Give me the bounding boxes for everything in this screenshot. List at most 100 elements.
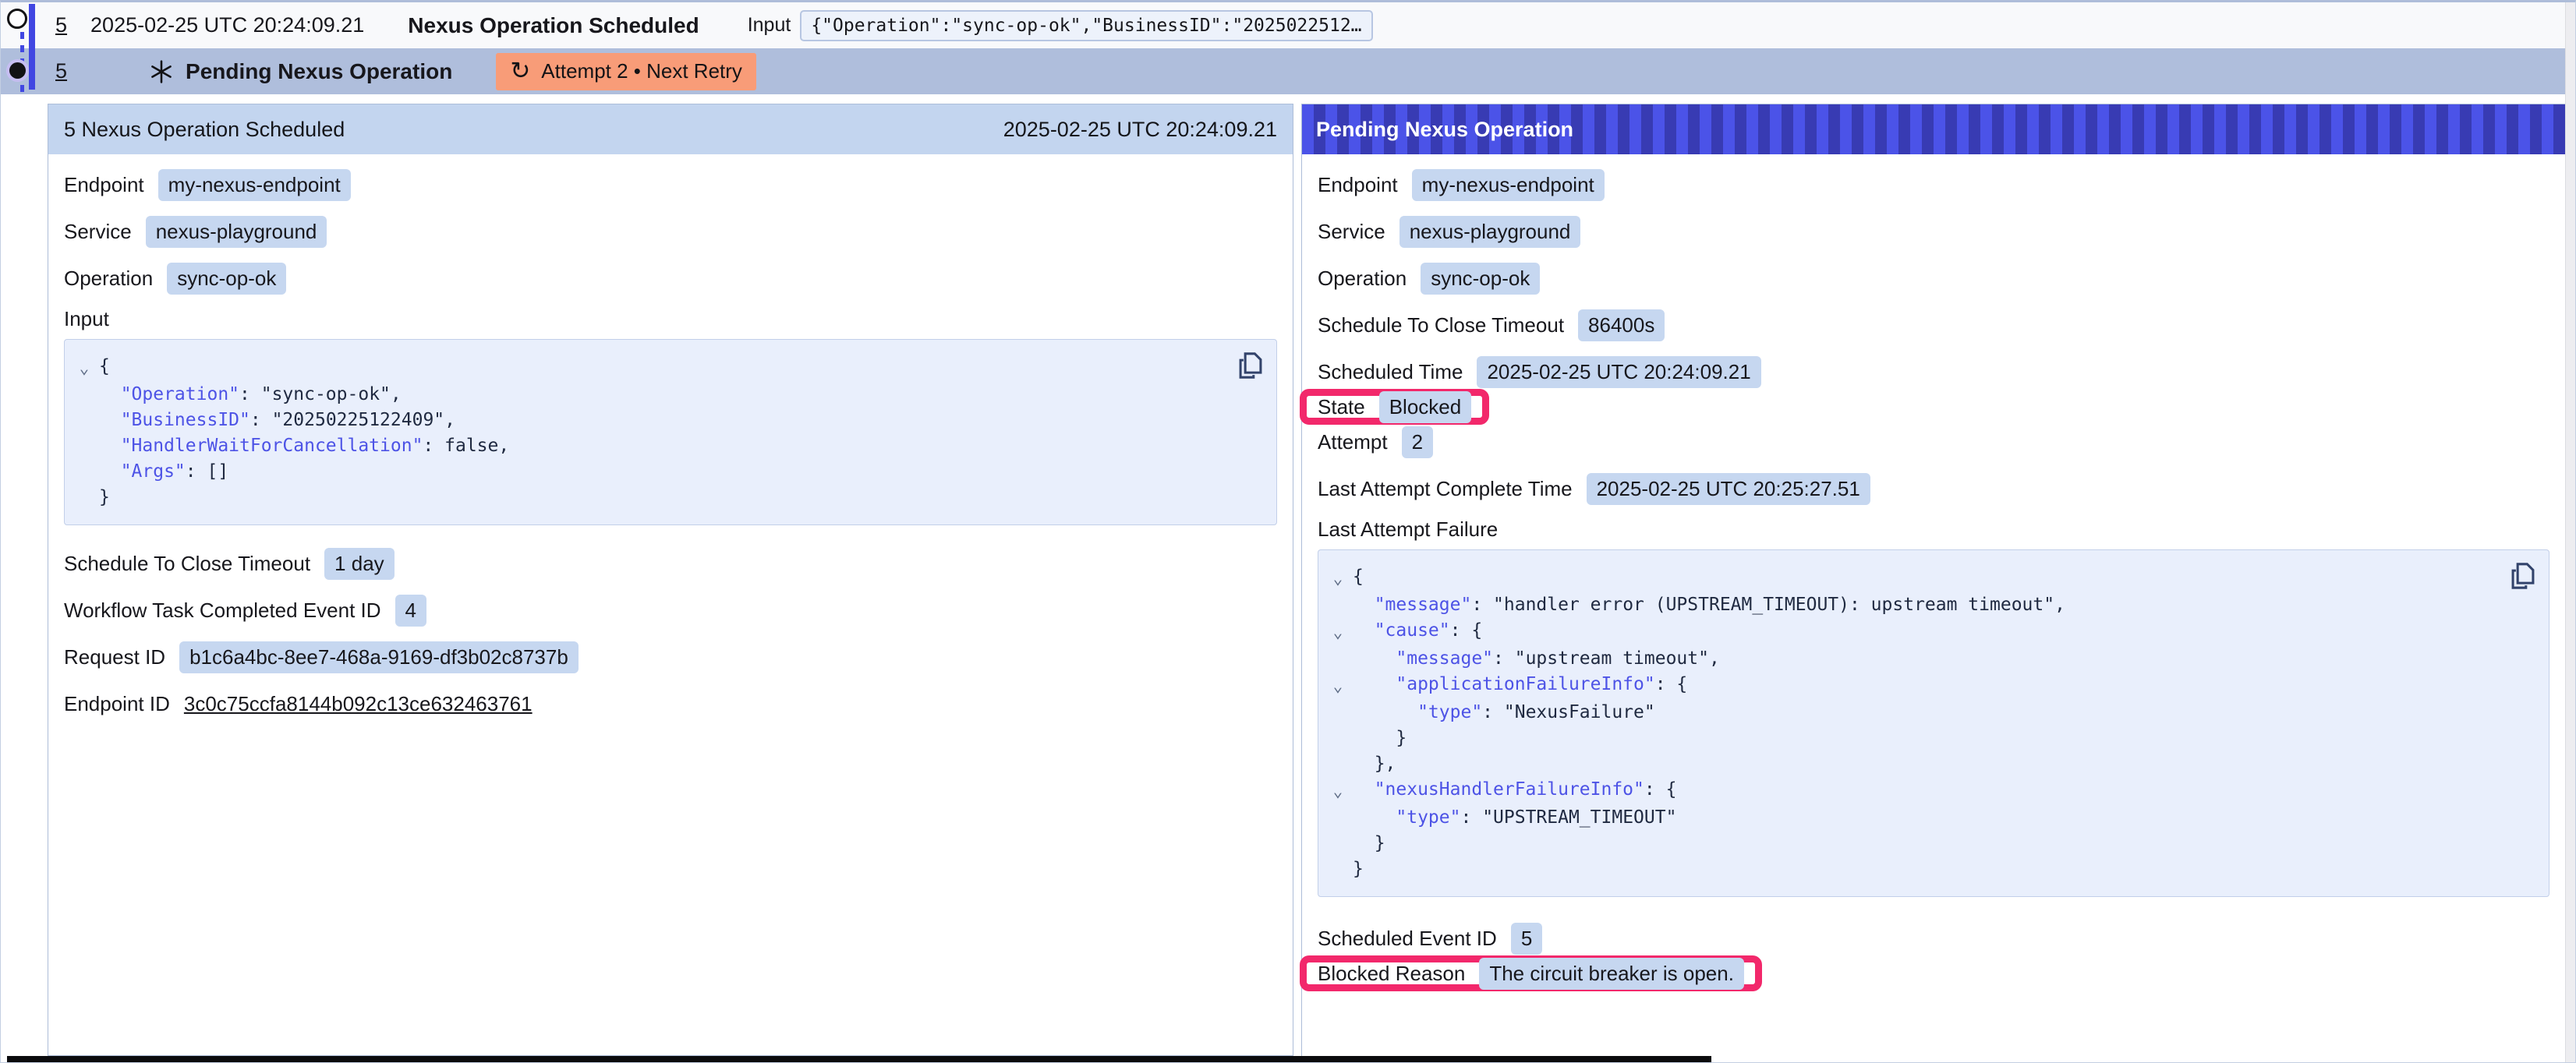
event-detail-fields-top: Endpoint my-nexus-endpoint Service nexus-pl… [64, 167, 1277, 296]
field-value-chip: my-nexus-endpoint [158, 169, 351, 201]
pending-operation-header: Pending Nexus Operation [1302, 104, 2565, 154]
field-row-endpoint-id: Endpoint ID 3c0c75ccfa8144b092c13ce632463… [64, 686, 533, 722]
json-line: } [1323, 856, 2502, 882]
field-label: Endpoint [64, 173, 144, 197]
failure-json-viewer: ⌄{ "message": "handler error (UPSTREAM_T… [1318, 549, 2549, 897]
json-code: { [1353, 564, 1364, 592]
collapse-caret-icon[interactable]: ⌄ [69, 354, 99, 382]
field-label: Schedule To Close Timeout [1318, 313, 1564, 337]
event-title: Pending Nexus Operation [186, 59, 452, 84]
field-label: Request ID [64, 645, 165, 669]
field-row-endpoint: Endpoint my-nexus-endpoint [64, 167, 351, 203]
json-code: "HandlerWaitForCancellation": false, [99, 433, 509, 459]
field-value-chip: 1 day [324, 548, 395, 580]
field-value-chip: 2025-02-25 UTC 20:24:09.21 [1477, 356, 1760, 388]
collapse-caret-icon[interactable]: ⌄ [1323, 777, 1353, 805]
field-value-chip: 5 [1511, 923, 1542, 955]
input-label: Input [748, 14, 791, 37]
pending-operation-header-title: Pending Nexus Operation [1316, 118, 1573, 142]
history-row-nexus-operation-scheduled[interactable]: 5 2025-02-25 UTC 20:24:09.21 Nexus Opera… [1, 2, 2575, 48]
json-gutter [1323, 700, 1353, 726]
json-code: } [99, 485, 110, 510]
field-value-chip: b1c6a4bc-8ee7-468a-9169-df3b02c8737b [179, 641, 579, 673]
field-value-chip: nexus-playground [146, 216, 327, 248]
field-row-operation: Operation sync-op-ok [1318, 260, 1540, 296]
field-value-chip: 4 [395, 595, 426, 627]
history-row-pending-nexus-operation[interactable]: 5 Pending Nexus Operation ↻ Attempt 2 • … [1, 48, 2575, 94]
json-gutter [69, 408, 99, 433]
field-row-schedule-to-close-timeout: Schedule To Close Timeout 86400s [1318, 307, 1665, 343]
copy-button[interactable] [1237, 351, 1264, 382]
json-code: "message": "handler error (UPSTREAM_TIME… [1353, 592, 2065, 618]
attempt-badge-label: Attempt 2 • Next Retry [541, 59, 742, 83]
json-line: "message": "upstream timeout", [1323, 646, 2502, 672]
json-code: "cause": { [1353, 618, 1482, 646]
field-value-chip: sync-op-ok [167, 263, 286, 295]
timeline-filled-dot-icon [9, 62, 26, 79]
json-code: "type": "UPSTREAM_TIMEOUT" [1353, 805, 1676, 831]
event-detail-header-title: 5 Nexus Operation Scheduled [64, 118, 345, 142]
field-label: Workflow Task Completed Event ID [64, 599, 381, 623]
json-gutter [69, 459, 99, 485]
event-id-link[interactable]: 5 [55, 59, 67, 83]
failure-json-lines: ⌄{ "message": "handler error (UPSTREAM_T… [1323, 564, 2502, 882]
copy-icon-front-page [1245, 354, 1261, 373]
field-label: Last Attempt Complete Time [1318, 477, 1573, 501]
json-code: } [1353, 726, 1407, 751]
failure-section-label: Last Attempt Failure [1318, 517, 2549, 542]
pending-operation-fields-top: Endpointmy-nexus-endpoint Servicenexus-pl… [1318, 167, 2549, 507]
json-code: }, [1353, 751, 1396, 777]
attempt-retry-badge[interactable]: ↻ Attempt 2 • Next Retry [496, 53, 756, 90]
json-line: }, [1323, 751, 2502, 777]
json-line: } [1323, 831, 2502, 856]
json-line: ⌄ "applicationFailureInfo": { [1323, 672, 2502, 700]
field-label: Operation [1318, 267, 1407, 291]
field-row-service: Servicenexus-playground [1318, 214, 1580, 249]
json-gutter [1323, 856, 1353, 882]
field-label: Operation [64, 267, 153, 291]
json-gutter [69, 433, 99, 459]
json-gutter [1323, 646, 1353, 672]
json-code: "BusinessID": "20250225122409", [99, 408, 455, 433]
event-detail-fields-bottom: Schedule To Close Timeout1 dayWorkflow T… [64, 546, 1277, 722]
collapse-caret-icon[interactable]: ⌄ [1323, 618, 1353, 646]
json-gutter [1323, 726, 1353, 751]
field-value-chip: sync-op-ok [1421, 263, 1540, 295]
field-label: Service [64, 220, 132, 244]
field-value-chip: Blocked [1379, 391, 1472, 423]
field-row-request-id: Request ID b1c6a4bc-8ee7-468a-9169-df3b02… [64, 639, 579, 675]
input-preview-chip[interactable]: {"Operation":"sync-op-ok","BusinessID":"… [800, 10, 1372, 41]
field-value-chip: 86400s [1578, 309, 1665, 341]
event-timestamp: 2025-02-25 UTC 20:24:09.21 [90, 13, 364, 37]
copy-button[interactable] [2510, 561, 2536, 592]
field-value-link[interactable]: 3c0c75ccfa8144b092c13ce632463761 [184, 692, 533, 716]
json-line: "BusinessID": "20250225122409", [69, 408, 1230, 433]
json-line: "Args": [] [69, 459, 1230, 485]
field-label: Scheduled Time [1318, 360, 1463, 384]
event-detail-panel: 5 Nexus Operation Scheduled 2025-02-25 U… [48, 104, 1293, 1056]
json-code: "type": "NexusFailure" [1353, 700, 1655, 726]
json-gutter [1323, 751, 1353, 777]
json-line: "type": "NexusFailure" [1323, 700, 2502, 726]
copy-icon-back-page [2513, 570, 2526, 588]
field-row-last-attempt-complete-time: Last Attempt Complete Time2025-02-25 UTC… [1318, 471, 1870, 507]
field-value-chip: nexus-playground [1399, 216, 1581, 248]
field-row-operation: Operation sync-op-ok [64, 260, 286, 296]
field-row-scheduled-event-id: Scheduled Event ID5 [1318, 920, 1542, 956]
collapse-caret-icon[interactable]: ⌄ [1323, 564, 1353, 592]
json-line: "type": "UPSTREAM_TIMEOUT" [1323, 805, 2502, 831]
collapse-caret-icon[interactable]: ⌄ [1323, 672, 1353, 700]
scrollbar-track[interactable] [2565, 2, 2575, 1063]
field-row-endpoint: Endpointmy-nexus-endpoint [1318, 167, 1605, 203]
json-line: ⌄{ [1323, 564, 2502, 592]
json-gutter [1323, 592, 1353, 618]
json-line: } [1323, 726, 2502, 751]
json-code: { [99, 354, 110, 382]
timeline-open-circle-icon [7, 9, 27, 29]
json-code: "nexusHandlerFailureInfo": { [1353, 777, 1676, 805]
json-code: "Args": [] [99, 459, 228, 485]
json-gutter [69, 382, 99, 408]
field-label: Endpoint ID [64, 692, 170, 716]
event-id-link[interactable]: 5 [55, 13, 67, 37]
field-value-chip: my-nexus-endpoint [1412, 169, 1605, 201]
